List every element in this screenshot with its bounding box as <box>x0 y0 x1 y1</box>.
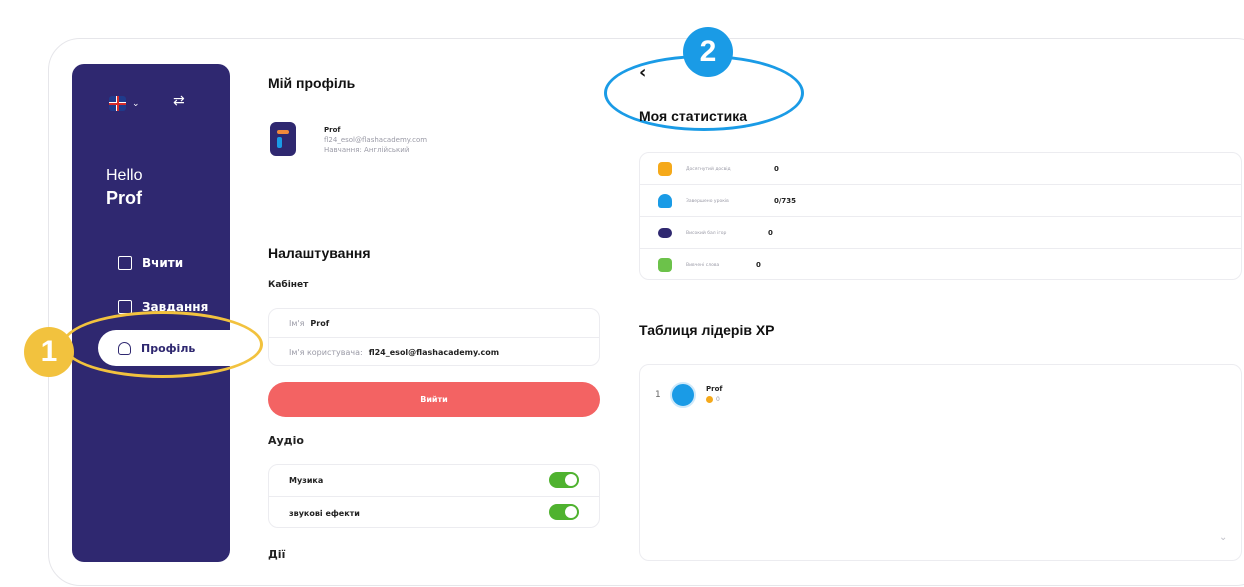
stat-value: 0 <box>768 229 773 237</box>
avatar <box>670 382 696 408</box>
profile-info: Prof fl24_esol@flashacademy.com Навчання… <box>324 125 427 155</box>
profile-name: Prof <box>324 126 341 134</box>
stat-value: 0 <box>756 261 761 269</box>
stat-row: Вивчені слова 0 <box>640 249 1241 281</box>
gamepad-icon <box>658 228 672 238</box>
profile-title: Мій профіль <box>268 75 356 91</box>
book-icon <box>118 256 132 270</box>
chevron-down-icon[interactable]: ⌄ <box>1219 532 1227 543</box>
username-row: Ім'я користувача: fl24_esol@flashacademy… <box>269 338 599 367</box>
settings-title: Налаштування <box>268 245 371 261</box>
username-label: Ім'я користувача: <box>289 348 363 357</box>
leaderboard-rank: 1 <box>655 390 661 400</box>
profile-email: fl24_esol@flashacademy.com <box>324 136 428 144</box>
cabinet-label: Кабінет <box>268 280 309 290</box>
stat-label: Досягнутий досвід <box>686 167 731 172</box>
hexagon-xp-icon <box>658 162 672 176</box>
username-value: fl24_esol@flashacademy.com <box>368 348 500 357</box>
profile-learning: Навчання: Англійський <box>324 146 410 154</box>
sidebar-item-label: Вчити <box>142 256 184 270</box>
bell-icon <box>658 194 672 208</box>
leaderboard-score: 0 <box>706 396 720 403</box>
swap-arrows-icon[interactable]: ⇄ <box>173 93 185 109</box>
leaderboard-score-value: 0 <box>716 396 720 403</box>
app-logo-icon <box>270 122 296 156</box>
leaderboard-card <box>639 364 1242 561</box>
stat-row: Досягнутий досвід 0 <box>640 153 1241 185</box>
sidebar-item-learn[interactable]: Вчити <box>118 256 183 270</box>
name-row: Ім'я Prof <box>269 309 599 338</box>
stat-row: Завершено уроків 0/735 <box>640 185 1241 217</box>
back-chevron-icon[interactable]: ‹ <box>639 62 646 83</box>
audio-title: Аудіо <box>268 434 304 447</box>
logout-button[interactable]: Вийти <box>268 382 600 417</box>
name-label: Ім'я <box>289 318 305 328</box>
stats-card: Досягнутий досвід 0 Завершено уроків 0/7… <box>639 152 1242 280</box>
stat-label: Завершено уроків <box>686 199 729 204</box>
stat-value: 0/735 <box>774 197 797 205</box>
uk-flag-icon <box>109 96 126 111</box>
name-value: Prof <box>310 318 330 328</box>
greeting-text: Hello <box>106 167 143 184</box>
stats-title: Моя статистика <box>639 108 748 124</box>
music-toggle[interactable] <box>549 472 579 488</box>
leaderboard-name: Prof <box>706 385 723 393</box>
stat-value: 0 <box>774 165 779 173</box>
callout-badge-2: 2 <box>683 27 733 77</box>
stat-label: Вивчені слова <box>686 263 720 268</box>
coin-icon <box>706 396 713 403</box>
leaderboard-title: Таблиця лідерів XP <box>639 322 775 338</box>
sfx-toggle[interactable] <box>549 504 579 520</box>
callout-ring-1 <box>62 311 263 378</box>
stat-row: Високий бал ігор 0 <box>640 217 1241 249</box>
callout-badge-1: 1 <box>24 327 74 377</box>
music-label: Музика <box>289 476 324 485</box>
actions-title: Дії <box>268 548 286 561</box>
sfx-label: звукові ефекти <box>289 508 360 518</box>
stat-label: Високий бал ігор <box>686 231 727 236</box>
greeting: Hello Prof <box>106 165 142 209</box>
words-icon <box>658 258 672 272</box>
language-selector[interactable]: ⌄ <box>109 96 140 111</box>
chevron-down-icon: ⌄ <box>132 98 140 109</box>
account-card: Ім'я Prof Ім'я користувача: fl24_esol@fl… <box>268 308 600 366</box>
user-name: Prof <box>106 188 142 208</box>
